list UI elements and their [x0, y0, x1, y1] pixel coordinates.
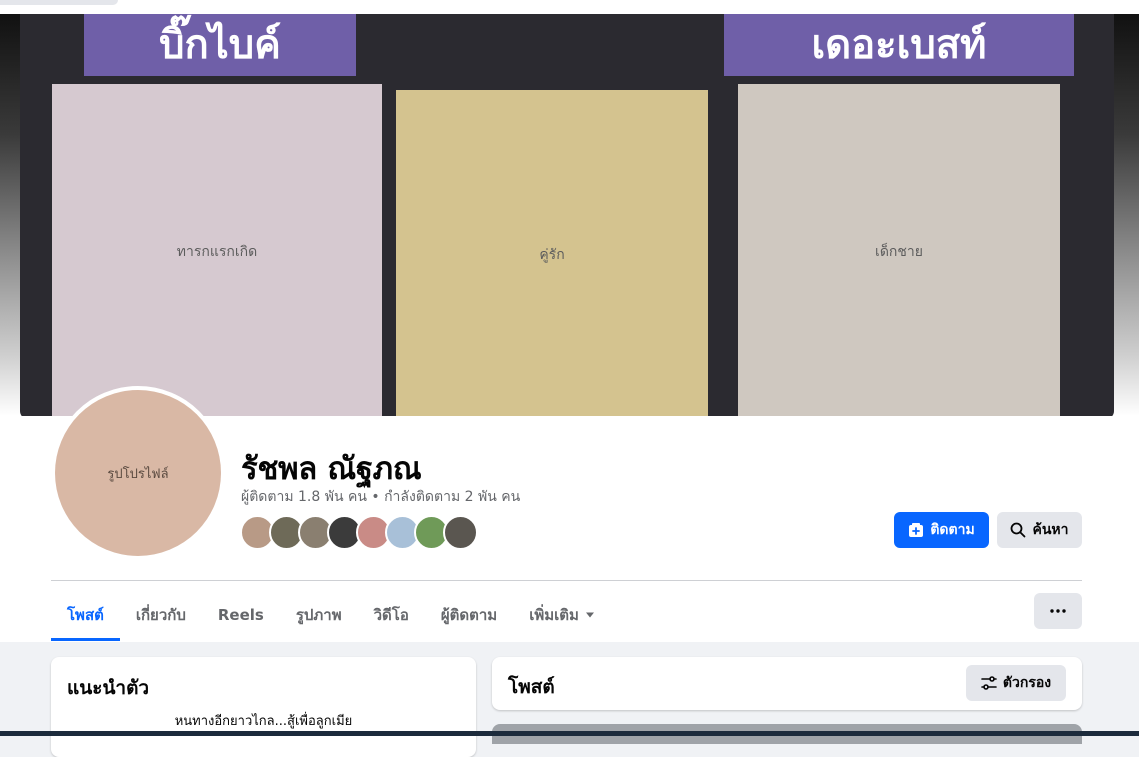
caret-down-icon	[585, 612, 594, 618]
tab-label: เกี่ยวกับ	[135, 606, 186, 624]
intro-title: แนะนำตัว	[67, 677, 150, 699]
avatar-image: รูปโปรไฟล์	[55, 390, 221, 556]
intro-card: แนะนำตัว หนทางอีกยาวไกล...สู้เพื่อลูกเมี…	[51, 657, 476, 757]
divider	[51, 580, 1082, 581]
tab-posts[interactable]: โพสต์	[51, 589, 120, 641]
tab-photos[interactable]: รูปภาพ	[280, 589, 358, 641]
tab-label: Reels	[217, 606, 264, 624]
ellipsis-icon	[1050, 609, 1066, 613]
profile-tabs: โพสต์ เกี่ยวกับ Reels รูปภาพ วิดีโอ ผู้ต…	[51, 589, 611, 641]
tab-label: เพิ่มเติม	[529, 606, 579, 624]
follower-stats[interactable]: ผู้ติดตาม 1.8 พัน คน • กำลังติดตาม 2 พัน…	[241, 486, 520, 508]
friend-avatars	[240, 515, 478, 550]
tab-label: รูปภาพ	[295, 606, 342, 624]
search-icon	[1011, 522, 1026, 538]
tab-label: ผู้ติดตาม	[440, 606, 498, 624]
cover-label-right: เดอะเบสท์	[724, 14, 1074, 76]
tab-label: วิดีโอ	[373, 606, 409, 624]
search-label: ค้นหา	[1032, 522, 1069, 538]
follow-label: ติดตาม	[930, 522, 975, 538]
more-options-button[interactable]	[1034, 593, 1082, 629]
posts-card: โพสต์ ตัวกรอง	[492, 657, 1082, 710]
intro-bio: หนทางอีกยาวไกล...สู้เพื่อลูกเมีย	[174, 714, 353, 729]
cover-photo[interactable]: บิ๊กไบค์ เดอะเบสท์ ทารกแรกเกิด คู่รัก เด…	[20, 14, 1114, 419]
cover-photo-boy: เด็กชาย	[738, 84, 1060, 419]
tab-about[interactable]: เกี่ยวกับ	[120, 589, 202, 641]
friend-avatar[interactable]	[443, 515, 478, 550]
follow-button[interactable]: ติดตาม	[894, 512, 989, 548]
cover-label-left: บิ๊กไบค์	[84, 14, 356, 76]
tab-followers[interactable]: ผู้ติดตาม	[425, 589, 513, 641]
tab-reels[interactable]: Reels	[202, 589, 280, 641]
tab-more[interactable]: เพิ่มเติม	[513, 589, 611, 641]
tab-videos[interactable]: วิดีโอ	[358, 589, 425, 641]
tab-label: โพสต์	[67, 606, 104, 624]
filter-button[interactable]: ตัวกรอง	[966, 665, 1066, 701]
taskbar-strip	[0, 731, 1139, 736]
follow-icon	[909, 523, 924, 537]
filter-icon	[981, 676, 997, 690]
cover-photo-baby: ทารกแรกเกิด	[52, 84, 382, 419]
top-pill	[0, 0, 118, 5]
posts-title: โพสต์	[508, 676, 555, 698]
search-button[interactable]: ค้นหา	[997, 512, 1082, 548]
filter-label: ตัวกรอง	[1002, 675, 1052, 691]
cover-photo-couple: คู่รัก	[396, 90, 708, 419]
top-bar	[0, 0, 1139, 14]
avatar[interactable]: รูปโปรไฟล์	[51, 386, 225, 560]
